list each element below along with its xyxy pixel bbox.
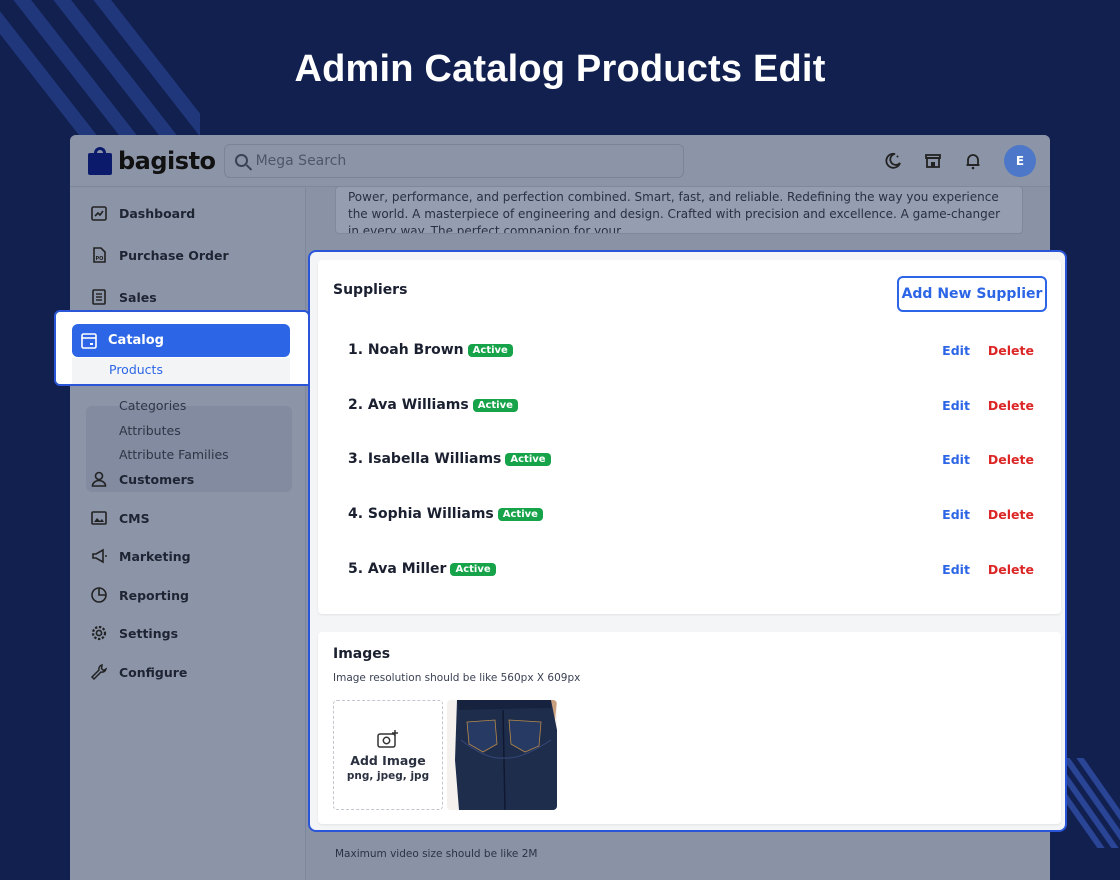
- catalog-highlight: Catalog Products: [54, 310, 310, 386]
- sidebar-item-purchase-order[interactable]: PO Purchase Order: [90, 246, 229, 264]
- edit-supplier-link[interactable]: Edit: [942, 562, 970, 577]
- supplier-row: 3. Isabella Williams Active Edit Delete: [348, 447, 1034, 471]
- suppliers-title: Suppliers: [333, 282, 408, 298]
- add-new-supplier-button[interactable]: Add New Supplier: [897, 276, 1047, 312]
- sidebar-item-label: Marketing: [119, 548, 191, 564]
- brand-name: bagisto: [118, 146, 216, 175]
- sidebar-item-configure[interactable]: Configure: [90, 663, 187, 681]
- sidebar-item-dashboard[interactable]: Dashboard: [90, 204, 195, 222]
- sidebar-item-label: Configure: [119, 664, 188, 680]
- sidebar-item-label: Dashboard: [119, 205, 196, 221]
- sidebar-item-marketing[interactable]: Marketing: [90, 547, 191, 565]
- search-icon: [235, 154, 248, 167]
- edit-supplier-link[interactable]: Edit: [942, 507, 970, 522]
- status-badge: Active: [467, 343, 513, 357]
- supplier-name: 4. Sophia Williams: [348, 506, 494, 522]
- bag-logo-icon: [88, 146, 112, 175]
- add-photo-icon: [377, 729, 398, 748]
- image-formats: png, jpeg, jpg: [346, 769, 430, 782]
- submenu-item-attributes[interactable]: Attributes: [119, 423, 181, 438]
- add-image-label: Add Image: [350, 752, 426, 768]
- gear-icon: [91, 625, 107, 641]
- delete-supplier-link[interactable]: Delete: [988, 562, 1034, 577]
- svg-text:PO: PO: [96, 256, 104, 262]
- product-description[interactable]: Power, performance, and perfection combi…: [335, 186, 1023, 234]
- bell-icon[interactable]: [964, 152, 982, 170]
- sidebar-item-label: Settings: [119, 625, 179, 641]
- sidebar: Dashboard PO Purchase Order Sales Catego…: [70, 188, 306, 880]
- suppliers-card: Suppliers Add New Supplier 1. Noah Brown…: [318, 260, 1061, 614]
- supplier-name: 1. Noah Brown: [348, 342, 464, 358]
- status-badge: Active: [505, 452, 551, 466]
- sidebar-item-settings[interactable]: Settings: [90, 624, 178, 642]
- supplier-row: 4. Sophia Williams Active Edit Delete: [348, 502, 1034, 526]
- customers-icon: [91, 471, 107, 487]
- sales-icon: [92, 289, 106, 305]
- sidebar-item-sales[interactable]: Sales: [90, 288, 157, 306]
- sidebar-item-label: Sales: [119, 289, 157, 305]
- sidebar-item-label: Customers: [119, 471, 195, 487]
- sidebar-item-customers[interactable]: Customers: [90, 470, 194, 488]
- supplier-name: 2. Ava Williams: [348, 397, 469, 413]
- sidebar-item-reporting[interactable]: Reporting: [90, 586, 189, 604]
- edit-supplier-link[interactable]: Edit: [942, 452, 970, 467]
- supplier-name: 3. Isabella Williams: [348, 451, 502, 467]
- supplier-row: 5. Ava Miller Active Edit Delete: [348, 557, 1034, 581]
- store-icon[interactable]: [924, 152, 942, 170]
- submenu-item-attribute-families[interactable]: Attribute Families: [119, 447, 229, 462]
- product-image-thumbnail[interactable]: [447, 700, 557, 810]
- mega-search[interactable]: [224, 143, 684, 178]
- brand-logo[interactable]: bagisto: [88, 146, 224, 175]
- images-subtitle: Image resolution should be like 560px X …: [333, 672, 581, 684]
- delete-supplier-link[interactable]: Delete: [988, 398, 1034, 413]
- sidebar-item-label: CMS: [119, 510, 150, 526]
- dashboard-icon: [91, 206, 107, 221]
- suppliers-images-highlight: Suppliers Add New Supplier 1. Noah Brown…: [308, 250, 1067, 832]
- images-card: Images Image resolution should be like 5…: [318, 632, 1061, 824]
- wrench-icon: [90, 664, 108, 681]
- status-badge: Active: [450, 562, 496, 576]
- pie-chart-icon: [91, 587, 107, 603]
- cms-icon: [91, 511, 107, 525]
- delete-supplier-link[interactable]: Delete: [988, 507, 1034, 522]
- status-badge: Active: [472, 398, 518, 412]
- delete-supplier-link[interactable]: Delete: [988, 343, 1034, 358]
- sidebar-item-catalog[interactable]: Catalog: [72, 324, 290, 357]
- avatar[interactable]: E: [1004, 144, 1036, 177]
- sidebar-item-cms[interactable]: CMS: [90, 509, 150, 527]
- submenu-item-categories[interactable]: Categories: [119, 398, 186, 413]
- submenu-item-label: Products: [109, 362, 163, 377]
- add-image-button[interactable]: Add Image png, jpeg, jpg: [333, 700, 443, 810]
- status-badge: Active: [497, 507, 543, 521]
- sidebar-item-label: Catalog: [108, 333, 164, 348]
- supplier-row: 1. Noah Brown Active Edit Delete: [348, 338, 1034, 362]
- page-title: Admin Catalog Products Edit: [294, 48, 826, 90]
- dark-mode-icon[interactable]: [884, 152, 902, 170]
- supplier-name: 5. Ava Miller: [348, 561, 447, 577]
- supplier-row: 2. Ava Williams Active Edit Delete: [348, 393, 1034, 417]
- decorative-stripes-right: [1060, 758, 1120, 848]
- images-title: Images: [333, 646, 391, 662]
- search-input[interactable]: [255, 152, 673, 169]
- edit-supplier-link[interactable]: Edit: [942, 343, 970, 358]
- delete-supplier-link[interactable]: Delete: [988, 452, 1034, 467]
- edit-supplier-link[interactable]: Edit: [942, 398, 970, 413]
- sidebar-item-label: Purchase Order: [119, 247, 229, 263]
- purchase-order-icon: PO: [93, 247, 106, 263]
- submenu-item-products[interactable]: Products: [72, 358, 290, 384]
- videos-subtitle: Maximum video size should be like 2M: [335, 848, 538, 860]
- catalog-icon: [81, 332, 97, 349]
- megaphone-icon: [92, 548, 107, 564]
- sidebar-item-label: Reporting: [119, 587, 189, 603]
- top-bar: bagisto E: [70, 135, 1050, 187]
